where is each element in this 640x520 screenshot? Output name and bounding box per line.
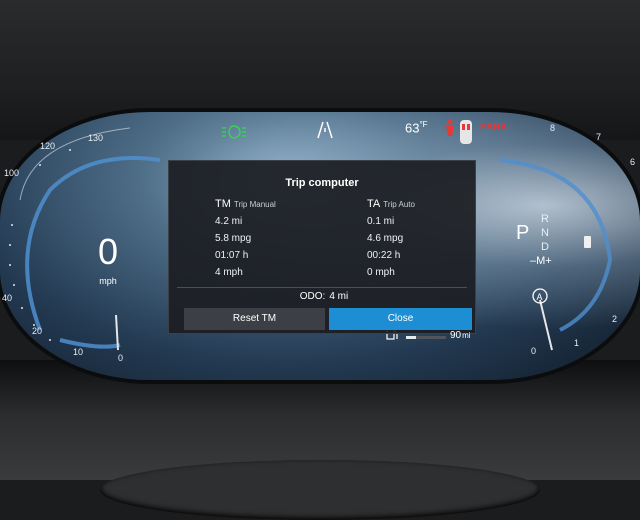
gear-option-d: D <box>541 241 549 253</box>
trip-auto-distance: 0.1 mi <box>367 216 395 227</box>
trip-manual-column: TM Trip Manual 4.2 mi 5.8 mpg 01:07 h 4 m… <box>215 198 345 284</box>
speed-tick-120: 120 <box>40 141 56 151</box>
trip-manual-header: TM Trip Manual <box>215 198 345 210</box>
trip-auto-abbr: TA <box>367 198 381 210</box>
gear-option-r: R <box>541 213 549 225</box>
gear-option-n: N <box>541 227 549 239</box>
close-button[interactable]: Close <box>329 308 472 330</box>
trip-computer-dialog: Trip computer TM Trip Manual 4.2 mi 5.8 m… <box>168 160 476 334</box>
seatbelt-warning-icon <box>446 119 454 136</box>
fuel-range-value: 90 <box>450 330 462 341</box>
speedometer-needle-zone <box>59 338 121 349</box>
odometer-readout: ODO: 4 mi <box>169 291 475 302</box>
trip-manual-abbr: TM <box>215 198 231 210</box>
trip-auto-time: 00:22 h <box>367 250 401 261</box>
speed-readout: 0 <box>97 231 119 272</box>
speed-tick-130: 130 <box>88 133 104 143</box>
trip-auto-economy: 4.6 mpg <box>367 233 404 244</box>
rpm-tick-8: 8 <box>550 123 556 133</box>
trip-auto-avg-speed: 0 mph <box>367 267 395 278</box>
svg-text:A: A <box>537 292 543 302</box>
speed-tick-40: 40 <box>2 293 13 303</box>
tachometer-inner-arc <box>499 158 613 332</box>
dialog-divider <box>177 287 467 288</box>
rpm-tick-0: 0 <box>531 346 537 356</box>
speed-unit: mph <box>99 276 117 286</box>
fuel-level-fill <box>406 336 416 339</box>
trip-manual-time: 01:07 h <box>215 250 249 261</box>
trip-manual-label: Trip Manual <box>233 200 276 209</box>
trip-auto-column: TA Trip Auto 0.1 mi 4.6 mpg 00:22 h 0 mph <box>367 198 497 284</box>
headlight-icon <box>222 125 246 139</box>
outside-temperature: 63°F <box>405 120 428 135</box>
trip-manual-distance: 4.2 mi <box>215 216 243 227</box>
gear-current: P <box>516 222 530 244</box>
dialog-title: Trip computer <box>285 177 359 189</box>
rpm-tick-1: 1 <box>574 338 580 348</box>
battery-icon <box>584 236 591 248</box>
trip-auto-label: Trip Auto <box>383 200 415 209</box>
reset-tm-button[interactable]: Reset TM <box>184 308 325 330</box>
outside-temperature-value: 63 <box>405 120 420 136</box>
odometer-value: 4 mi <box>329 291 349 302</box>
speed-tick-10: 10 <box>73 347 84 357</box>
rpm-tick-2: 2 <box>612 314 618 324</box>
speed-tick-100: 100 <box>4 168 20 178</box>
speed-tick-20: 20 <box>32 326 43 336</box>
gear-manual: –M+ <box>530 255 552 267</box>
trip-auto-header: TA Trip Auto <box>367 198 497 210</box>
outside-temperature-unit: °F <box>419 120 428 129</box>
park-brake-indicator: PARK <box>480 122 508 133</box>
road-lane-icon <box>317 121 333 139</box>
rpm-needle <box>539 299 553 351</box>
speed-tick-0: 0 <box>118 353 124 363</box>
rpm-tick-6: 6 <box>630 157 636 167</box>
trip-manual-economy: 5.8 mpg <box>215 233 252 244</box>
rpm-tick-7: 7 <box>596 132 602 142</box>
fuel-range-unit: mi <box>462 331 471 340</box>
trip-manual-avg-speed: 4 mph <box>215 267 243 278</box>
fuel-range: 90mi <box>450 330 471 341</box>
fuel-level-bar <box>406 336 446 339</box>
car-door-icon <box>460 120 472 144</box>
speedometer-arc <box>19 127 131 201</box>
odometer-label: ODO: <box>299 291 326 302</box>
